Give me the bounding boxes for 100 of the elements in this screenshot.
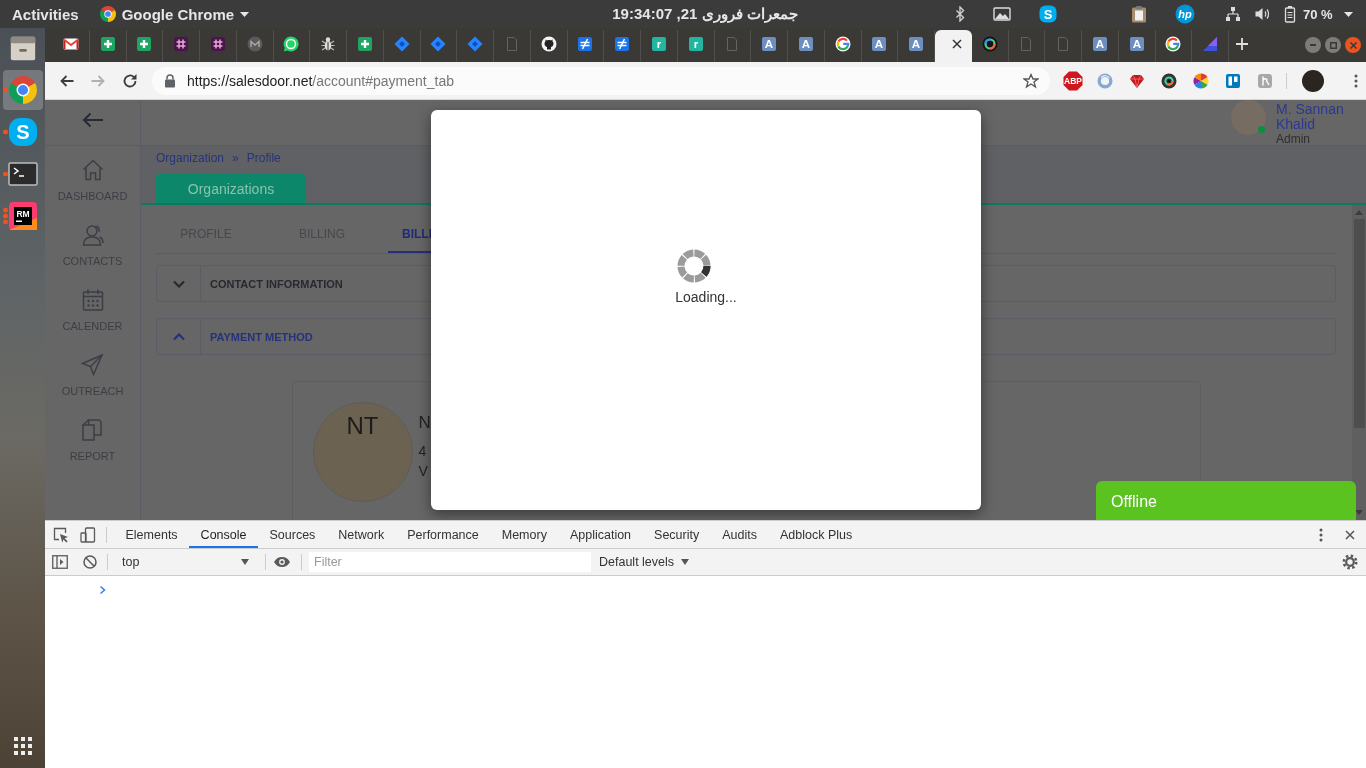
address-bar[interactable]: https://salesdoor.net/account#payment_tab [152, 66, 1050, 95]
tile-icon[interactable] [1257, 72, 1273, 89]
devtools-tab[interactable]: Performance [395, 521, 491, 548]
dock-item[interactable]: S [2, 112, 43, 152]
plus-icon[interactable] [1235, 37, 1249, 51]
maximize-button[interactable] [1325, 37, 1341, 53]
board-icon[interactable] [1225, 72, 1241, 89]
accordion-title[interactable]: CONTACT INFORMATION [210, 277, 343, 290]
chevron-down-icon[interactable] [172, 279, 185, 288]
color-wheel-icon[interactable] [1193, 72, 1209, 89]
dock-item[interactable]: RM [2, 196, 43, 236]
devtools-tab[interactable]: Audits [710, 521, 769, 548]
slash-tile-icon [614, 36, 631, 52]
levels-dropdown[interactable]: Default levels [599, 555, 690, 569]
devtools-tab[interactable]: Network [326, 521, 396, 548]
devtools-tab[interactable]: Security [642, 521, 711, 548]
initials-avatar: NT [312, 402, 413, 502]
close-icon [1349, 41, 1357, 49]
plus-tile-icon [136, 36, 153, 52]
accordion-title[interactable]: PAYMENT METHOD [210, 330, 313, 343]
gem-icon[interactable] [1129, 72, 1145, 89]
devtools-tab[interactable]: Memory [490, 521, 559, 548]
caret-icon [681, 559, 690, 565]
user-name[interactable]: M. Sannan Khalid [1276, 102, 1348, 132]
caret-icon[interactable] [1343, 11, 1353, 17]
filter-input[interactable]: Filter [309, 552, 591, 572]
more-options-icon[interactable] [1319, 527, 1323, 542]
dock-item[interactable] [2, 70, 43, 110]
status-toast: Offline [1096, 481, 1356, 520]
caret-icon [240, 11, 250, 17]
wheel-logo-icon [99, 6, 116, 22]
prompt-chevron-icon[interactable] [99, 585, 106, 595]
letter-tile-icon: A [1128, 36, 1145, 52]
battery-icon[interactable] [1284, 5, 1296, 23]
profile-avatar[interactable] [1302, 69, 1324, 92]
minimize-button[interactable] [1305, 37, 1321, 53]
star-icon[interactable] [1023, 72, 1039, 89]
octagon-badge-icon[interactable]: ABP [1063, 70, 1083, 91]
ring-icon [981, 36, 998, 52]
breadcrumb-link[interactable]: Profile [246, 151, 281, 165]
more-options-icon[interactable] [1354, 73, 1358, 88]
breadcrumb-link[interactable]: Organization [156, 151, 225, 165]
diamond-icon [430, 36, 447, 52]
clock-text[interactable]: جمعرات فروری 21, 19:34:07 [612, 5, 798, 23]
maximize-icon [1329, 41, 1337, 49]
devtools-tab[interactable]: Sources [258, 521, 327, 548]
browser-tab[interactable] [935, 30, 972, 62]
reload-icon[interactable] [122, 72, 138, 89]
loading-text: Loading... [675, 289, 737, 306]
lens-icon[interactable] [1161, 72, 1177, 89]
chat-bubble-icon [283, 36, 300, 52]
letter-tile-icon: A [797, 36, 814, 52]
scrollbar[interactable] [1352, 205, 1366, 520]
devtools-tab[interactable]: Elements [114, 521, 190, 548]
s-logo-icon[interactable]: S [1039, 5, 1057, 23]
diamond-icon [467, 36, 484, 52]
plus-tile-icon [356, 36, 373, 52]
letter-tile-icon: A [908, 36, 925, 52]
lock-icon [164, 73, 176, 88]
hash-tile-icon [173, 36, 190, 52]
devtools-tab[interactable]: Adblock Plus [768, 521, 864, 548]
picture-icon[interactable] [993, 7, 1011, 21]
eye-icon[interactable] [273, 556, 291, 568]
devtools-tab[interactable]: Application [558, 521, 643, 548]
back-arrow-icon[interactable] [81, 111, 104, 128]
plus-tile-icon [99, 36, 116, 52]
scroll-down-icon[interactable] [1355, 510, 1363, 515]
sidebar-toggle-icon[interactable] [52, 555, 68, 569]
clipboard-icon[interactable] [1131, 5, 1147, 23]
organization-detail: 4 [418, 442, 428, 461]
close-icon[interactable] [952, 39, 963, 49]
battery-percentage[interactable]: 70 % [1303, 6, 1333, 22]
letter-tile-icon: r [650, 36, 667, 52]
grid-icon[interactable] [13, 737, 32, 755]
scrollbar-thumb[interactable] [1353, 219, 1365, 428]
network-icon[interactable] [1225, 6, 1241, 22]
wheel-logo-icon [8, 76, 37, 104]
clear-icon[interactable] [83, 555, 97, 569]
cat-logo-icon [540, 36, 557, 52]
organization-name: N [418, 412, 431, 434]
bluetooth-icon[interactable] [955, 6, 965, 22]
volume-icon[interactable] [1254, 6, 1270, 22]
device-icon[interactable] [80, 526, 96, 543]
slash-tile-icon [577, 36, 594, 52]
context-select[interactable]: top [115, 552, 255, 572]
g-logo-icon [1165, 36, 1182, 52]
inspect-icon[interactable] [53, 526, 69, 543]
settings-icon[interactable] [1342, 554, 1358, 570]
spinner-icon [677, 249, 711, 283]
activities-button[interactable]: Activities [12, 5, 79, 23]
app-menu[interactable]: Google Chrome [99, 5, 250, 23]
caret-icon [241, 559, 249, 565]
close-icon[interactable] [1345, 529, 1355, 540]
section-tab[interactable]: Organizations [156, 174, 306, 203]
hp-logo-icon[interactable]: hp [1175, 4, 1195, 24]
bug-icon [320, 36, 337, 52]
letter-tile-icon: r [687, 36, 704, 52]
rm-logo-icon: RM [8, 202, 37, 230]
close-button[interactable] [1345, 37, 1361, 53]
paper-plane-icon [79, 352, 106, 378]
